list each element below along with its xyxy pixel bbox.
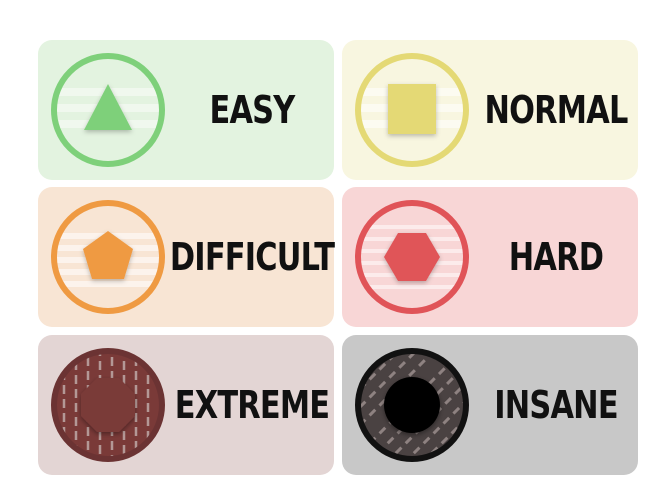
- difficulty-card-extreme[interactable]: EXTREME: [38, 335, 334, 475]
- difficulty-label: DIFFICULT: [169, 235, 335, 279]
- difficulty-label: EASY: [209, 88, 295, 132]
- difficulty-label: HARD: [508, 235, 604, 279]
- difficulty-label: EXTREME: [174, 383, 330, 427]
- circle-icon: [350, 343, 474, 467]
- hexagon-icon: [350, 195, 474, 319]
- difficulty-card-normal[interactable]: NORMAL: [342, 40, 638, 180]
- triangle-icon: [46, 48, 170, 172]
- square-icon: [350, 48, 474, 172]
- octagon-icon: [46, 343, 170, 467]
- difficulty-card-difficult[interactable]: DIFFICULT: [38, 187, 335, 327]
- difficulty-label: INSANE: [494, 383, 618, 427]
- pentagon-icon: [46, 195, 170, 319]
- difficulty-label: NORMAL: [484, 88, 628, 132]
- difficulty-card-insane[interactable]: INSANE: [342, 335, 638, 475]
- difficulty-card-easy[interactable]: EASY: [38, 40, 334, 180]
- difficulty-card-hard[interactable]: HARD: [342, 187, 638, 327]
